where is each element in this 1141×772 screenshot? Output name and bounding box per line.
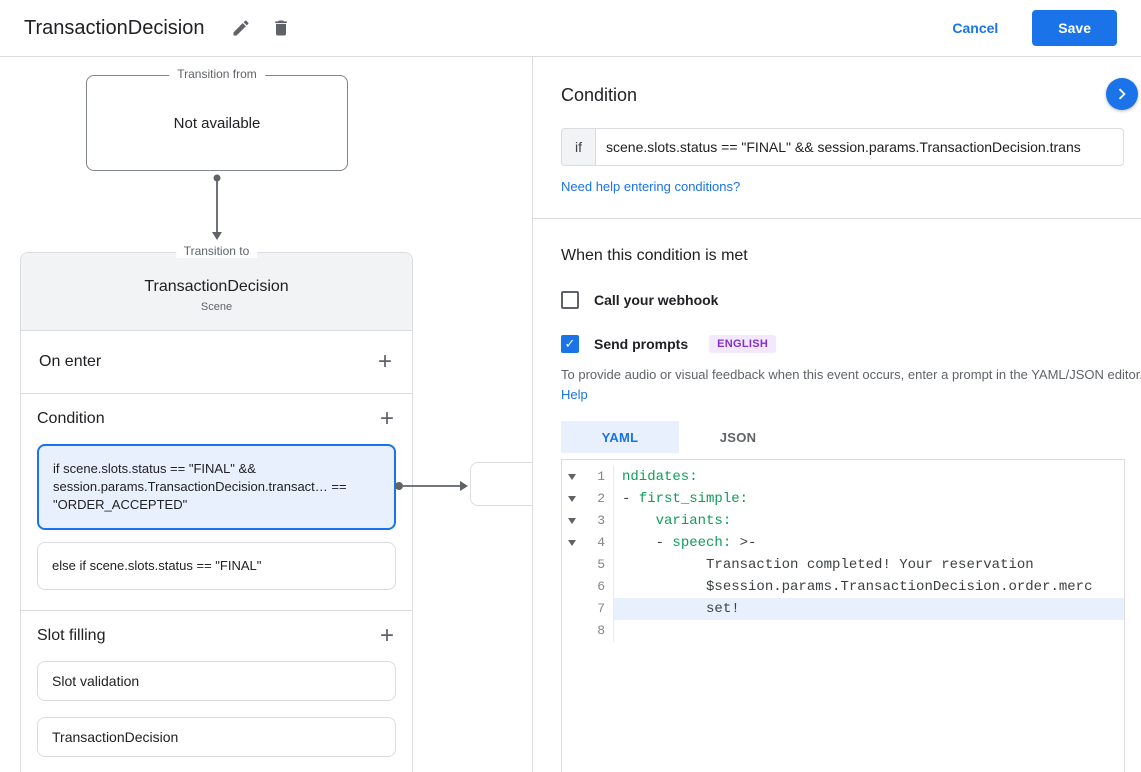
webhook-checkbox[interactable] bbox=[561, 291, 579, 309]
line-number: 5 bbox=[597, 557, 605, 573]
send-prompts-label: Send prompts bbox=[594, 336, 689, 352]
condition-item[interactable]: else if scene.slots.status == "FINAL" bbox=[37, 542, 396, 590]
tab-json[interactable]: JSON bbox=[679, 421, 797, 453]
prompt-description: To provide audio or visual feedback when… bbox=[561, 367, 1141, 403]
transition-from-label: Transition from bbox=[169, 67, 265, 81]
line-number: 1 bbox=[597, 469, 605, 485]
line-number: 7 bbox=[597, 601, 605, 617]
delete-scene-button[interactable] bbox=[266, 13, 296, 43]
scene-graph-panel: Transition from Not available Transition… bbox=[0, 57, 533, 772]
transition-from-value: Not available bbox=[173, 114, 261, 132]
editor-line: 4 - speech: >- bbox=[562, 532, 1124, 555]
add-condition-button[interactable]: + bbox=[378, 407, 396, 431]
editor-line: 6 $session.params.TransactionDecision.or… bbox=[562, 576, 1124, 599]
cancel-button[interactable]: Cancel bbox=[944, 14, 1006, 42]
slot-item[interactable]: TransactionDecision bbox=[37, 717, 396, 757]
condition-heading: Condition bbox=[561, 85, 638, 105]
condition-item[interactable]: if scene.slots.status == "FINAL" && sess… bbox=[37, 444, 396, 530]
fold-arrow-icon[interactable] bbox=[562, 496, 582, 503]
scene-type: Scene bbox=[200, 301, 233, 313]
slot-filling-section: Slot filling + Slot validation Transacti… bbox=[21, 611, 412, 772]
tab-yaml[interactable]: YAML bbox=[561, 421, 679, 454]
condition-input[interactable] bbox=[595, 128, 1124, 166]
if-chip: if bbox=[561, 128, 595, 166]
condition-section-label: Condition bbox=[37, 410, 105, 427]
target-scene-node[interactable] bbox=[470, 462, 532, 506]
section-divider bbox=[533, 218, 1141, 219]
transition-from-card: Transition from Not available bbox=[86, 67, 348, 171]
transition-to-label: Transition to bbox=[175, 244, 258, 258]
fold-arrow-icon[interactable] bbox=[562, 540, 582, 547]
condition-detail-panel: Condition if Need help entering conditio… bbox=[533, 57, 1141, 772]
code-line[interactable]: $session.params.TransactionDecision.orde… bbox=[614, 576, 1124, 598]
editor-line: 5 Transaction completed! Your reservatio… bbox=[562, 554, 1124, 577]
edit-scene-button[interactable] bbox=[226, 13, 256, 43]
editor-tabs: YAML JSON bbox=[561, 421, 1141, 454]
add-slot-button[interactable]: + bbox=[378, 624, 396, 648]
help-link[interactable]: Help bbox=[561, 387, 588, 402]
save-button[interactable]: Save bbox=[1032, 10, 1117, 46]
plus-icon: + bbox=[379, 622, 394, 649]
slot-item[interactable]: Slot validation bbox=[37, 661, 396, 701]
on-enter-row: On enter + bbox=[21, 331, 412, 394]
transition-to-card: Transition to TransactionDecision Scene … bbox=[20, 244, 413, 772]
code-line[interactable]: Transaction completed! Your reservation bbox=[614, 554, 1124, 576]
add-on-enter-button[interactable]: + bbox=[376, 350, 394, 374]
trash-icon bbox=[275, 20, 288, 36]
slot-filling-label: Slot filling bbox=[37, 627, 106, 644]
language-badge: ENGLISH bbox=[709, 335, 777, 353]
scene-card-header[interactable]: TransactionDecision Scene bbox=[21, 253, 412, 331]
yaml-editor[interactable]: 1 ndidates: 2 - first_simple: 3 variants… bbox=[561, 459, 1125, 772]
fold-arrow-icon[interactable] bbox=[562, 518, 582, 525]
plus-icon: + bbox=[379, 405, 394, 432]
condition-input-row: if bbox=[561, 128, 1124, 166]
editor-line: 8 bbox=[562, 620, 1124, 643]
webhook-label: Call your webhook bbox=[594, 292, 719, 308]
line-number: 2 bbox=[597, 491, 605, 507]
editor-line: 3 variants: bbox=[562, 510, 1124, 533]
line-number: 3 bbox=[597, 513, 605, 529]
code-line[interactable]: - first_simple: bbox=[614, 488, 1124, 510]
code-line-highlighted[interactable]: set! bbox=[614, 598, 1124, 621]
condition-section: Condition + if scene.slots.status == "FI… bbox=[21, 394, 412, 611]
code-line[interactable]: - speech: >- bbox=[614, 532, 1124, 554]
send-prompts-checkbox[interactable]: ✓ bbox=[561, 335, 579, 353]
editor-line: 7 set! bbox=[562, 598, 1124, 621]
conditions-help-link[interactable]: Need help entering conditions? bbox=[561, 179, 740, 194]
line-number: 4 bbox=[597, 535, 605, 551]
panel-collapse-button[interactable] bbox=[1106, 78, 1138, 110]
page-title: TransactionDecision bbox=[24, 16, 205, 39]
scene-name: TransactionDecision bbox=[144, 278, 289, 295]
on-enter-label: On enter bbox=[39, 353, 102, 370]
chevron-right-icon bbox=[1118, 88, 1126, 100]
when-met-heading: When this condition is met bbox=[561, 247, 748, 264]
plus-icon: + bbox=[377, 348, 392, 375]
line-number: 6 bbox=[597, 579, 605, 595]
app-header: TransactionDecision Cancel Save bbox=[0, 0, 1141, 57]
line-number: 8 bbox=[597, 623, 605, 639]
editor-line: 2 - first_simple: bbox=[562, 488, 1124, 511]
main-content: Transition from Not available Transition… bbox=[0, 57, 1141, 772]
editor-line: 1 ndidates: bbox=[562, 466, 1124, 489]
code-line[interactable] bbox=[614, 620, 1124, 642]
check-icon: ✓ bbox=[564, 336, 576, 351]
fold-arrow-icon[interactable] bbox=[562, 474, 582, 481]
code-line[interactable]: ndidates: bbox=[614, 466, 1124, 488]
code-line[interactable]: variants: bbox=[614, 510, 1124, 532]
pencil-icon bbox=[233, 20, 249, 36]
